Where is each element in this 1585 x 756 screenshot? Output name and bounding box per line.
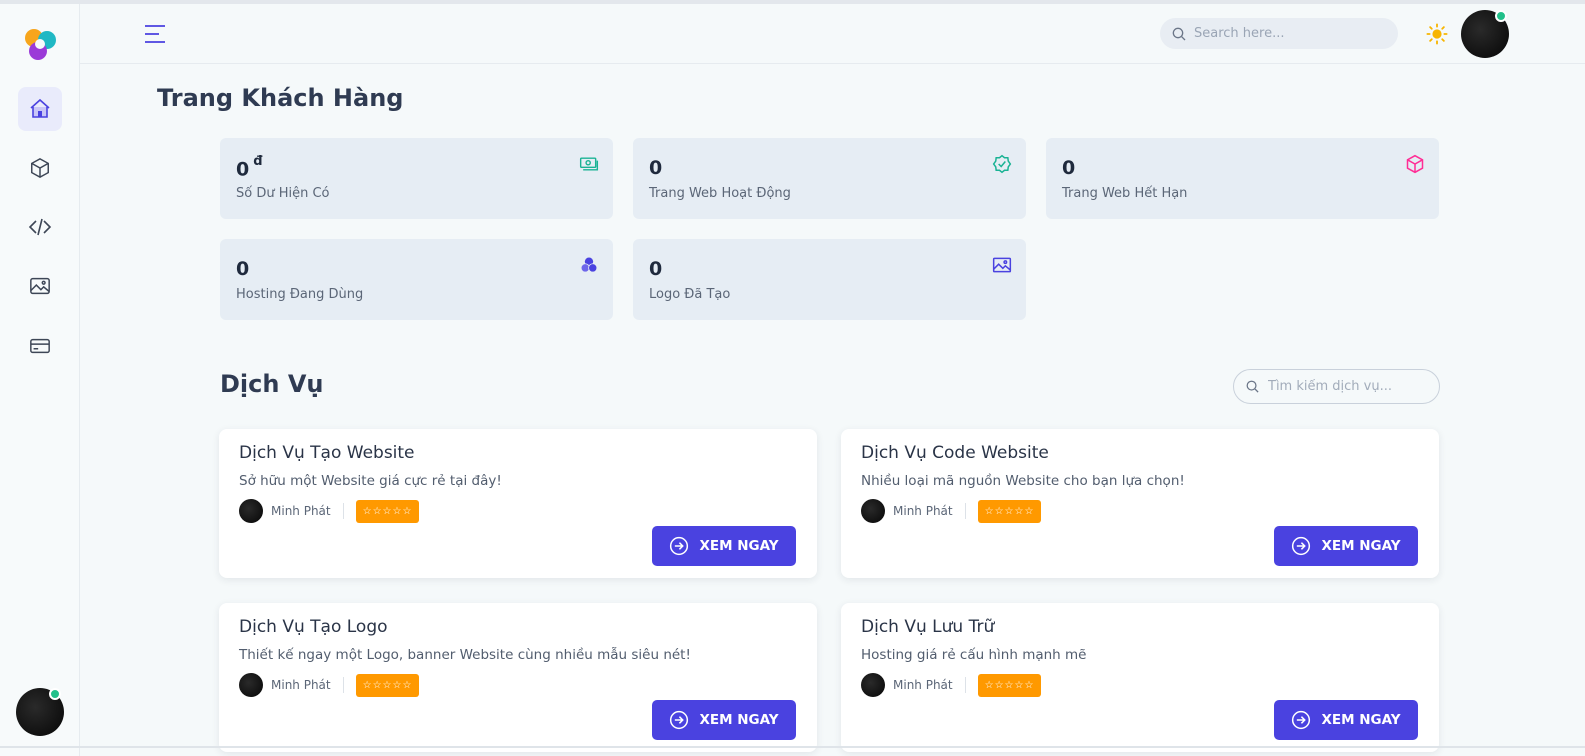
- service-card-logo: Dịch Vụ Tạo Logo Thiết kế ngay một Logo,…: [219, 603, 817, 752]
- service-title: Dịch Vụ Lưu Trữ: [861, 617, 995, 637]
- view-now-button[interactable]: XEM NGAY: [1274, 700, 1418, 740]
- service-meta: Minh Phát ☆☆☆☆☆: [239, 673, 420, 697]
- arrow-circle-right-icon: [1292, 710, 1311, 730]
- service-card-hosting: Dịch Vụ Lưu Trữ Hosting giá rẻ cấu hình …: [841, 603, 1439, 752]
- rating-badge: ☆☆☆☆☆: [355, 673, 420, 697]
- stat-card-logos: 0 Logo Đã Tạo: [633, 239, 1026, 320]
- circles-icon: [580, 257, 598, 273]
- sidebar-item-images[interactable]: [18, 264, 62, 308]
- rating-badge: ☆☆☆☆☆: [977, 673, 1042, 697]
- service-meta: Minh Phát ☆☆☆☆☆: [239, 499, 420, 523]
- stat-card-expired-websites: 0 Trang Web Hết Hạn: [1046, 138, 1439, 219]
- divider: [342, 677, 344, 693]
- author-name: Minh Phát: [271, 678, 331, 692]
- home-icon: [30, 98, 50, 118]
- divider: [964, 503, 966, 519]
- currency-unit: đ: [253, 154, 263, 169]
- divider: [964, 677, 966, 693]
- service-meta: Minh Phát ☆☆☆☆☆: [861, 499, 1042, 523]
- service-title: Dịch Vụ Tạo Logo: [239, 617, 388, 637]
- service-description: Sở hữu một Website giá cực rẻ tại đây!: [239, 473, 502, 489]
- view-now-label: XEM NGAY: [1321, 712, 1401, 728]
- sidebar-item-code[interactable]: [18, 205, 62, 249]
- stat-label: Hosting Đang Dùng: [236, 287, 364, 302]
- service-title: Dịch Vụ Code Website: [861, 443, 1049, 463]
- arrow-circle-right-icon: [670, 710, 689, 730]
- money-icon: [579, 157, 599, 171]
- image-icon: [30, 277, 50, 295]
- divider: [342, 503, 344, 519]
- stat-value: 0: [649, 157, 663, 179]
- service-card-website: Dịch Vụ Tạo Website Sở hữu một Website g…: [219, 429, 817, 578]
- stat-card-balance: 0đ Số Dư Hiện Có: [220, 138, 613, 219]
- menu-icon[interactable]: [143, 22, 167, 46]
- arrow-circle-right-icon: [1292, 536, 1311, 556]
- author-avatar: [239, 673, 263, 697]
- service-card-code: Dịch Vụ Code Website Nhiều loại mã nguồn…: [841, 429, 1439, 578]
- view-now-button[interactable]: XEM NGAY: [1274, 526, 1418, 566]
- stat-value: 0đ: [236, 154, 263, 181]
- service-meta: Minh Phát ☆☆☆☆☆: [861, 673, 1042, 697]
- bottom-border: [0, 746, 1585, 748]
- services-title: Dịch Vụ: [220, 370, 324, 398]
- view-now-label: XEM NGAY: [699, 538, 779, 554]
- stat-label: Logo Đã Tạo: [649, 287, 731, 302]
- search-icon: [1246, 380, 1259, 393]
- service-description: Thiết kế ngay một Logo, banner Website c…: [239, 647, 691, 663]
- app-logo[interactable]: [20, 24, 60, 64]
- stat-value: 0: [649, 258, 663, 280]
- view-now-button[interactable]: XEM NGAY: [652, 526, 796, 566]
- stat-label: Số Dư Hiện Có: [236, 186, 330, 201]
- view-now-label: XEM NGAY: [699, 712, 779, 728]
- service-title: Dịch Vụ Tạo Website: [239, 443, 415, 463]
- sidebar-item-home[interactable]: [18, 87, 62, 131]
- rating-badge: ☆☆☆☆☆: [355, 499, 420, 523]
- stat-value: 0: [1062, 157, 1076, 179]
- cube-icon: [1406, 154, 1424, 174]
- services-search-input[interactable]: [1268, 379, 1428, 394]
- online-status-dot: [49, 688, 61, 700]
- service-description: Nhiều loại mã nguồn Website cho bạn lựa …: [861, 473, 1185, 489]
- credit-card-icon: [30, 338, 50, 354]
- author-avatar: [239, 499, 263, 523]
- page-title: Trang Khách Hàng: [157, 84, 404, 112]
- stat-card-hosting: 0 Hosting Đang Dùng: [220, 239, 613, 320]
- view-now-label: XEM NGAY: [1321, 538, 1401, 554]
- header-search-input[interactable]: [1194, 26, 1384, 41]
- arrow-circle-right-icon: [670, 536, 689, 556]
- author-name: Minh Phát: [893, 678, 953, 692]
- stat-value: 0: [236, 258, 250, 280]
- stat-label: Trang Web Hoạt Động: [649, 186, 791, 201]
- sidebar-item-billing[interactable]: [18, 324, 62, 368]
- author-name: Minh Phát: [893, 504, 953, 518]
- view-now-button[interactable]: XEM NGAY: [652, 700, 796, 740]
- check-badge-icon: [992, 154, 1012, 174]
- stat-card-active-websites: 0 Trang Web Hoạt Động: [633, 138, 1026, 219]
- sun-icon[interactable]: [1426, 23, 1448, 45]
- sidebar: [0, 4, 80, 756]
- author-avatar: [861, 499, 885, 523]
- online-status-dot: [1495, 10, 1507, 22]
- top-header: [80, 4, 1585, 64]
- author-name: Minh Phát: [271, 504, 331, 518]
- rating-badge: ☆☆☆☆☆: [977, 499, 1042, 523]
- services-search[interactable]: [1233, 369, 1440, 404]
- sidebar-item-products[interactable]: [18, 146, 62, 190]
- search-icon: [1172, 27, 1186, 40]
- service-description: Hosting giá rẻ cấu hình mạnh mẽ: [861, 647, 1087, 663]
- stat-label: Trang Web Hết Hạn: [1062, 186, 1188, 201]
- image-icon: [992, 257, 1012, 273]
- code-icon: [28, 218, 52, 236]
- author-avatar: [861, 673, 885, 697]
- header-search[interactable]: [1160, 18, 1398, 49]
- cube-icon: [31, 157, 49, 179]
